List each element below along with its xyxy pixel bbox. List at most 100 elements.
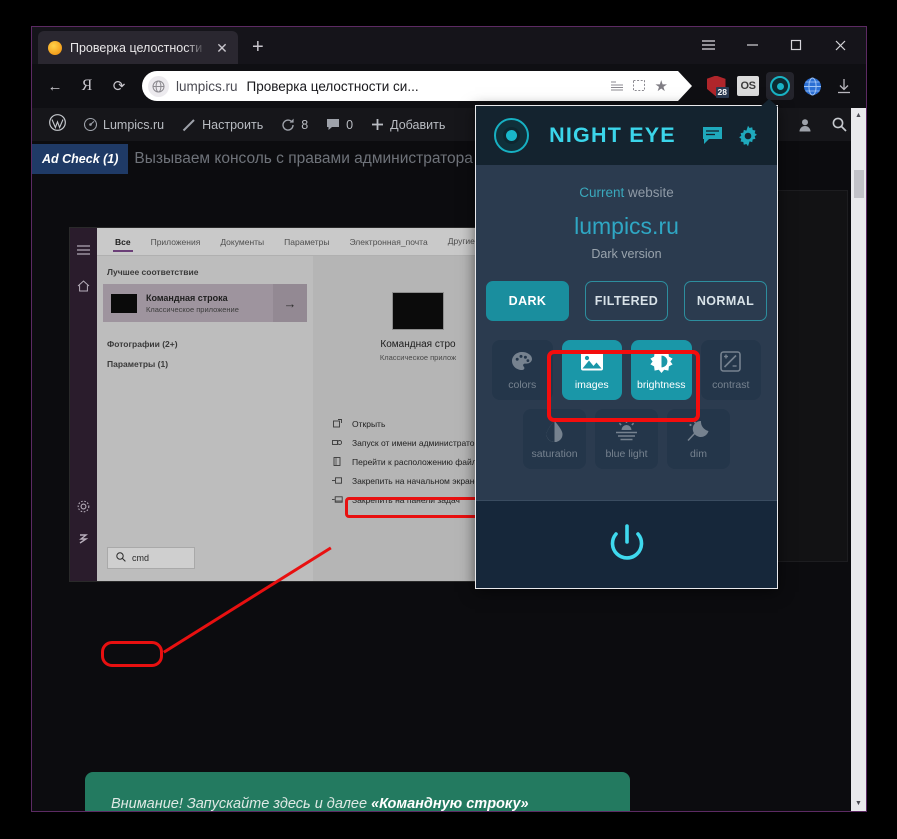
tile-brightness[interactable]: brightness	[631, 340, 692, 400]
browser-tab[interactable]: Проверка целостности с ✕	[38, 31, 238, 64]
popup-header: NIGHT EYE	[476, 106, 777, 165]
start-tab-all[interactable]: Все	[105, 228, 141, 256]
yandex-icon[interactable]: Я	[72, 71, 102, 101]
tile-label: brightness	[637, 378, 686, 391]
expand-arrow-icon[interactable]: →	[273, 284, 307, 322]
comments-item[interactable]: 0	[317, 108, 362, 141]
site-name-item[interactable]: Lumpics.ru	[75, 108, 173, 141]
page-title: Вызываем консоль с правами администратор…	[134, 150, 473, 167]
power-icon[interactable]	[77, 533, 89, 548]
preview-app-icon	[392, 292, 444, 330]
bookmark-icon[interactable]: ★	[655, 77, 668, 95]
blue-light-icon	[615, 419, 638, 443]
home-icon[interactable]	[77, 280, 90, 295]
wordpress-logo-icon	[49, 113, 66, 136]
navigation-toolbar: ← Я ⟳ lumpics.ru Проверка целостности си…	[32, 64, 866, 108]
hamburger-icon[interactable]	[686, 30, 730, 60]
os-extension-icon[interactable]: OS	[734, 72, 762, 100]
eye-icon	[770, 76, 790, 96]
updates-item[interactable]: 8	[272, 108, 317, 141]
warning-notice: Внимание! Запускайте здесь и далее «Кома…	[85, 772, 630, 811]
settings-icon[interactable]	[77, 500, 90, 516]
tile-images[interactable]: images	[561, 340, 622, 400]
tile-colors[interactable]: colors	[492, 340, 553, 400]
close-icon[interactable]: ✕	[214, 41, 230, 55]
power-icon[interactable]	[607, 523, 647, 566]
updates-count: 8	[301, 117, 309, 132]
mode-dark-button[interactable]: DARK	[486, 281, 569, 321]
start-tab-documents[interactable]: Документы	[210, 228, 274, 256]
mode-filtered-button[interactable]: FILTERED	[585, 281, 668, 321]
best-match-result[interactable]: Командная строка Классическое приложение…	[103, 284, 307, 322]
run-as-admin-icon	[331, 438, 343, 447]
result-title: Командная строка	[146, 292, 228, 303]
menu-label: Запуск от имени администратора	[352, 437, 484, 448]
scroll-up-icon[interactable]: ▲	[851, 108, 866, 123]
extension-toolbar: 28 OS	[686, 72, 858, 100]
mode-normal-button[interactable]: NORMAL	[684, 281, 767, 321]
start-tab-apps[interactable]: Приложения	[141, 228, 211, 256]
popup-body: Current website lumpics.ru Dark version …	[476, 165, 777, 500]
tile-label: colors	[508, 378, 537, 391]
tile-contrast[interactable]: contrast	[700, 340, 761, 400]
reader-mode-icon[interactable]	[610, 80, 624, 92]
start-tab-email[interactable]: Электронная_почта	[339, 228, 437, 256]
tab-title: Проверка целостности с	[70, 40, 206, 55]
menu-label: Перейти к расположению файла	[352, 456, 482, 467]
address-bar[interactable]: lumpics.ru Проверка целостности си... ★	[142, 71, 692, 101]
globe-extension-icon[interactable]	[798, 72, 826, 100]
tile-dim[interactable]: dim	[667, 409, 730, 469]
start-search-input[interactable]: cmd	[107, 547, 195, 569]
ublock-badge: 28	[715, 87, 729, 98]
tile-saturation[interactable]: saturation	[523, 409, 586, 469]
ublock-origin-icon[interactable]: 28	[702, 72, 730, 100]
start-tab-settings[interactable]: Параметры	[274, 228, 339, 256]
comment-icon	[326, 118, 340, 131]
current-site-name: lumpics.ru	[574, 213, 679, 239]
close-window-icon[interactable]	[818, 30, 862, 60]
url-page-title: Проверка целостности си...	[246, 78, 419, 94]
hamburger-icon[interactable]	[77, 244, 90, 258]
open-icon	[331, 419, 343, 428]
dim-icon	[687, 419, 710, 443]
gear-icon[interactable]	[737, 125, 759, 147]
version-label: Dark version	[591, 247, 662, 261]
maximize-icon[interactable]	[774, 30, 818, 60]
customize-item[interactable]: Настроить	[173, 108, 272, 141]
night-eye-extension-icon[interactable]	[766, 72, 794, 100]
adcheck-badge: Ad Check (1)	[32, 144, 129, 174]
minimize-icon[interactable]	[730, 30, 774, 60]
new-tab-button[interactable]: +	[252, 37, 264, 57]
website-word: website	[624, 185, 674, 200]
embedded-screenshot: Все Приложения Документы Параметры Элект…	[69, 227, 524, 582]
reload-icon[interactable]: ⟳	[104, 71, 134, 101]
feature-grid: colors images brightness contrast satura…	[476, 340, 777, 469]
droplet-icon	[545, 419, 564, 443]
mode-buttons: DARK FILTERED NORMAL	[476, 281, 777, 321]
os-label: OS	[737, 76, 759, 96]
start-menu-columns: Лучшее соответствие Командная строка Кла…	[97, 256, 523, 581]
page-scrollbar[interactable]: ▲ ▼	[851, 108, 866, 811]
popup-pointer	[760, 99, 778, 107]
feature-row-2: saturation blue light dim	[492, 409, 761, 469]
account-icon[interactable]	[789, 108, 821, 141]
annotation-box-cmd-search	[101, 641, 163, 667]
scroll-down-icon[interactable]: ▼	[851, 796, 866, 811]
tile-label: blue light	[605, 447, 648, 460]
start-menu-body: Все Приложения Документы Параметры Элект…	[97, 228, 523, 581]
pin-taskbar-icon	[331, 495, 343, 504]
new-content-item[interactable]: Добавить	[362, 108, 454, 141]
back-icon[interactable]: ←	[40, 71, 70, 101]
start-menu-tabs: Все Приложения Документы Параметры Элект…	[97, 228, 523, 256]
wordpress-logo-item[interactable]	[40, 108, 75, 141]
pin-start-icon	[331, 476, 343, 485]
scrollbar-thumb[interactable]	[854, 170, 864, 198]
params-label[interactable]: Параметры (1)	[97, 354, 313, 374]
photos-label[interactable]: Фотографии (2+)	[97, 334, 313, 354]
chat-icon[interactable]	[702, 126, 723, 145]
downloads-icon[interactable]	[830, 72, 858, 100]
translate-icon[interactable]	[632, 80, 646, 92]
brand-title: NIGHT EYE	[549, 123, 676, 147]
tile-blue-light[interactable]: blue light	[595, 409, 658, 469]
notice-text-1: Внимание! Запускайте здесь и далее	[111, 796, 372, 811]
